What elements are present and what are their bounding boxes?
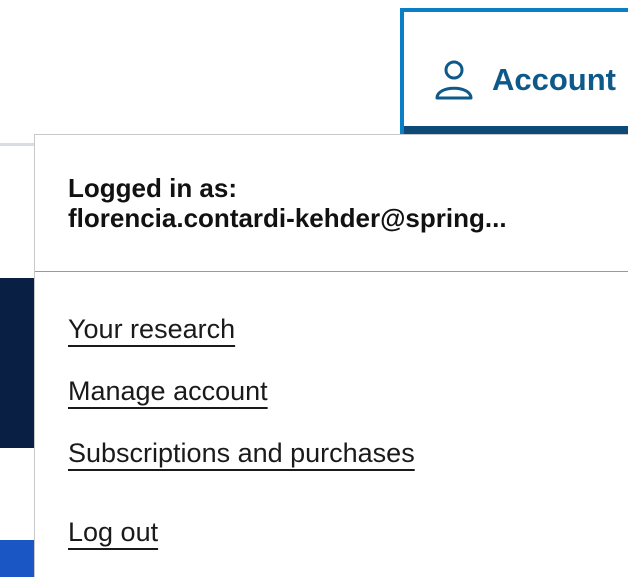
logged-in-label: Logged in as:: [68, 173, 237, 203]
menu-item-log-out[interactable]: Log out: [68, 516, 158, 548]
account-button[interactable]: Account: [400, 8, 628, 134]
menu-item-subscriptions[interactable]: Subscriptions and purchases: [68, 437, 415, 469]
logged-in-email: florencia.contardi-kehder@spring...: [68, 203, 507, 233]
account-dropdown: Logged in as: florencia.contardi-kehder@…: [34, 134, 628, 577]
logged-in-header: Logged in as: florencia.contardi-kehder@…: [35, 135, 628, 272]
account-label: Account: [492, 62, 616, 97]
account-button-active-bar: [404, 126, 628, 134]
menu-item-your-research[interactable]: Your research: [68, 313, 235, 345]
user-icon: [434, 60, 474, 100]
menu-item-manage-account[interactable]: Manage account: [68, 375, 268, 407]
page-dark-banner: [0, 278, 34, 448]
page-blue-banner: [0, 540, 34, 577]
